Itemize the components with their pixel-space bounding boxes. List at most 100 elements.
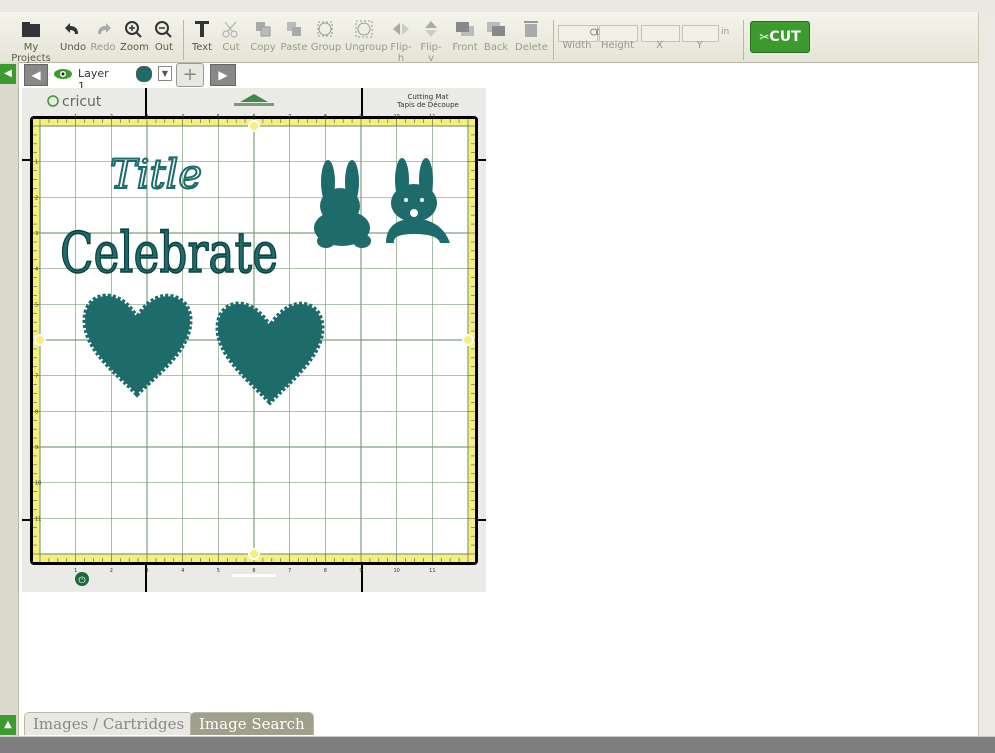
ruler-number: 2 — [35, 195, 38, 201]
ruler-number: 6 — [252, 568, 255, 574]
zoom-in-button[interactable]: Zoom — [120, 20, 149, 53]
width-label: Width — [562, 40, 592, 51]
flip-vertical-icon — [425, 21, 437, 37]
plus-icon: + — [182, 64, 198, 85]
mat-center-logo-text — [234, 103, 274, 106]
toolbar-separator — [183, 20, 184, 60]
ruler-number: 2 — [110, 114, 113, 120]
cutting-mat: cricut Cutting Mat Tapis de Découpe 1122… — [22, 88, 486, 592]
bottom-bar — [0, 736, 995, 753]
group-button[interactable]: Group — [310, 20, 342, 53]
delete-button[interactable]: Delete — [515, 20, 548, 53]
ruler-number: 11 — [429, 568, 435, 574]
ruler-number: 8 — [324, 114, 327, 120]
height-label: Height — [600, 40, 635, 51]
cut-button[interactable]: ✂CUT — [750, 21, 810, 53]
flip-h-button[interactable]: Flip-h — [388, 20, 414, 64]
mat-center-mark — [248, 120, 260, 132]
ruler-number: 3 — [35, 231, 38, 237]
tab-image-search[interactable]: Image Search — [190, 712, 314, 735]
ruler-number: 1 — [74, 114, 77, 120]
celebrate-text-object[interactable]: Celebrate — [59, 220, 279, 287]
ruler-number: 9 — [359, 114, 362, 120]
collapse-left-button[interactable]: ◀ — [0, 64, 16, 84]
ruler-number: 11 — [429, 114, 435, 120]
blade-icon: ✂ — [759, 30, 770, 44]
text-icon — [195, 21, 209, 37]
mat-center-mark — [248, 548, 260, 560]
ruler-number: 11 — [35, 516, 41, 522]
zoom-out-icon — [155, 21, 172, 38]
toolbar-separator — [743, 20, 744, 60]
back-button[interactable]: Back — [482, 20, 510, 53]
ruler-number: 9 — [35, 445, 38, 451]
ruler-number: 3 — [145, 568, 148, 574]
cut-tool-label: Cut — [222, 42, 240, 53]
ruler-number: 7 — [35, 374, 38, 380]
bring-front-icon — [456, 22, 474, 36]
ruler-number: 5 — [35, 302, 38, 308]
ruler-number: 2 — [110, 568, 113, 574]
mat-center-mark — [462, 334, 474, 346]
mat-label-fr: Tapis de Découpe — [396, 101, 459, 109]
ruler-number: 8 — [35, 409, 38, 415]
text-button[interactable]: Text — [189, 20, 215, 53]
previous-layer-button[interactable]: ◀ — [24, 64, 48, 86]
ruler-number: 4 — [35, 267, 38, 273]
flip-h-label: Flip-h — [390, 42, 412, 64]
mat-handle — [232, 574, 276, 577]
undo-button[interactable]: Undo — [60, 20, 86, 53]
paste-label: Paste — [280, 42, 308, 53]
ruler-number: 7 — [288, 568, 291, 574]
right-scrollbar-gutter[interactable] — [978, 12, 995, 752]
flip-v-button[interactable]: Flip-v — [418, 20, 444, 64]
ruler-number: 3 — [145, 114, 148, 120]
eye-icon[interactable] — [53, 67, 73, 81]
mat-center-mark — [34, 334, 46, 346]
redo-label: Redo — [90, 42, 116, 53]
ruler-number: 1 — [74, 568, 77, 574]
undo-label: Undo — [60, 42, 87, 53]
group-label: Group — [310, 42, 342, 53]
chevron-down-icon: ▼ — [161, 69, 169, 78]
cut-tool-button[interactable]: Cut — [218, 20, 244, 53]
ruler-number: 4 — [181, 568, 184, 574]
ruler-number: 8 — [324, 568, 327, 574]
tab-images-cartridges[interactable]: Images / Cartridges — [24, 712, 194, 735]
paste-button[interactable]: Paste — [280, 20, 308, 53]
add-layer-button[interactable]: + — [176, 63, 204, 87]
top-strip — [0, 0, 995, 12]
copy-button[interactable]: Copy — [249, 20, 277, 53]
toolbar: My Projects Undo Redo Zoom Out Text Cut … — [0, 12, 980, 64]
ruler-number: 7 — [288, 114, 291, 120]
toolbar-separator — [553, 20, 554, 60]
power-glyph: ⏻ — [78, 575, 85, 586]
zoom-out-label: Out — [154, 42, 174, 53]
next-layer-button[interactable]: ▶ — [210, 64, 236, 86]
ruler-number: 9 — [359, 568, 362, 574]
delete-label: Delete — [515, 42, 548, 53]
folder-icon — [22, 22, 40, 37]
cut-button-label: CUT — [769, 29, 801, 45]
ruler-number: 4 — [181, 114, 184, 120]
front-label: Front — [452, 42, 478, 53]
trash-icon — [524, 21, 538, 37]
expand-bottom-button[interactable]: ▲ — [0, 715, 16, 735]
layer-dropdown-button[interactable]: ▼ — [158, 66, 172, 81]
zoom-out-button[interactable]: Out — [151, 20, 177, 53]
zoom-in-icon — [125, 21, 142, 38]
ruler-number: 6 — [252, 114, 255, 120]
ruler-number: 10 — [393, 568, 399, 574]
ungroup-button[interactable]: Ungroup — [345, 20, 388, 53]
copy-label: Copy — [250, 42, 276, 53]
my-projects-button[interactable]: My Projects — [6, 20, 56, 64]
front-button[interactable]: Front — [450, 20, 480, 53]
redo-button[interactable]: Redo — [90, 20, 116, 53]
undo-icon — [65, 23, 78, 34]
back-label: Back — [483, 42, 509, 53]
y-label: Y — [696, 40, 703, 51]
title-text-object[interactable]: Title — [109, 151, 203, 199]
ruler-number: 5 — [217, 568, 220, 574]
layer-color-swatch[interactable] — [136, 66, 152, 82]
zoom-in-label: Zoom — [120, 42, 149, 53]
